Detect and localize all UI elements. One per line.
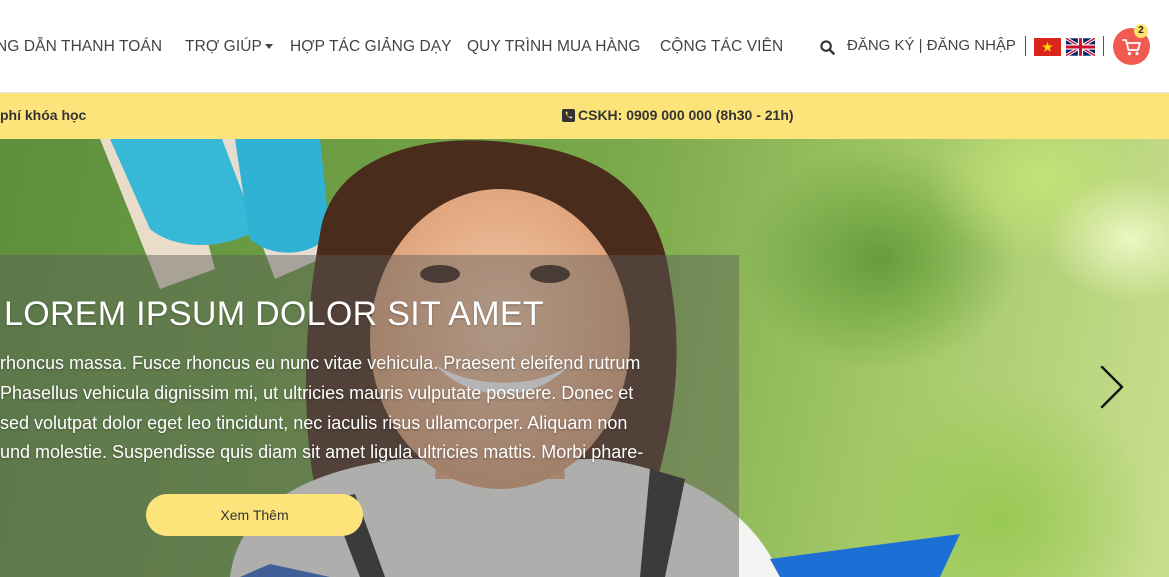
hero-description-line: rhoncus massa. Fusce rhoncus eu nunc vit…	[0, 353, 641, 373]
support-phone-text: CSKH: 0909 000 000 (8h30 - 21h)	[578, 107, 794, 123]
hero-title: LOREM IPSUM DOLOR SIT AMET	[4, 295, 544, 333]
chevron-right-icon[interactable]	[1099, 364, 1125, 410]
divider	[1103, 36, 1104, 56]
vietnam-flag-icon[interactable]	[1033, 38, 1062, 56]
divider	[1025, 36, 1026, 56]
nav-item-purchase-process[interactable]: QUY TRÌNH MUA HÀNG	[467, 38, 640, 56]
nav-item-affiliate[interactable]: CỘNG TÁC VIÊN	[660, 38, 783, 56]
auth-separator: |	[914, 37, 927, 54]
nav-item-teaching-partnership[interactable]: HỢP TÁC GIẢNG DẠY	[290, 38, 452, 56]
nav-item-help[interactable]: TRỢ GIÚP	[185, 38, 273, 56]
hero-description-line: sed volutpat dolor eget leo tincidunt, n…	[0, 413, 628, 433]
read-more-button[interactable]: Xem Thêm	[146, 494, 363, 536]
course-fee-link[interactable]: phí khóa học	[0, 107, 86, 123]
customer-support: CSKH: 0909 000 000 (8h30 - 21h)	[562, 107, 794, 123]
hero-description-line: und molestie. Suspendisse quis diam sit …	[0, 442, 644, 462]
caret-down-icon	[264, 44, 273, 50]
auth-links: ĐĂNG KÝ | ĐĂNG NHẬP	[847, 37, 1016, 54]
info-bar: phí khóa học CSKH: 0909 000 000 (8h30 - …	[0, 93, 1169, 139]
nav-item-help-label: TRỢ GIÚP	[185, 38, 262, 55]
shopping-cart-icon	[1122, 39, 1141, 56]
cart-count-badge: 2	[1134, 24, 1148, 38]
hero-description-line: Phasellus vehicula dignissim mi, ut ultr…	[0, 383, 634, 403]
top-navigation: NG DẪN THANH TOÁN TRỢ GIÚP HỢP TÁC GIẢNG…	[0, 0, 1169, 93]
phone-icon	[562, 109, 575, 122]
nav-item-payment-guide[interactable]: NG DẪN THANH TOÁN	[0, 38, 162, 56]
search-icon[interactable]	[820, 40, 835, 55]
login-link[interactable]: ĐĂNG NHẬP	[927, 37, 1016, 54]
uk-flag-icon[interactable]	[1066, 38, 1095, 56]
hero-slider: LOREM IPSUM DOLOR SIT AMET rhoncus massa…	[0, 139, 1169, 577]
register-link[interactable]: ĐĂNG KÝ	[847, 37, 915, 54]
